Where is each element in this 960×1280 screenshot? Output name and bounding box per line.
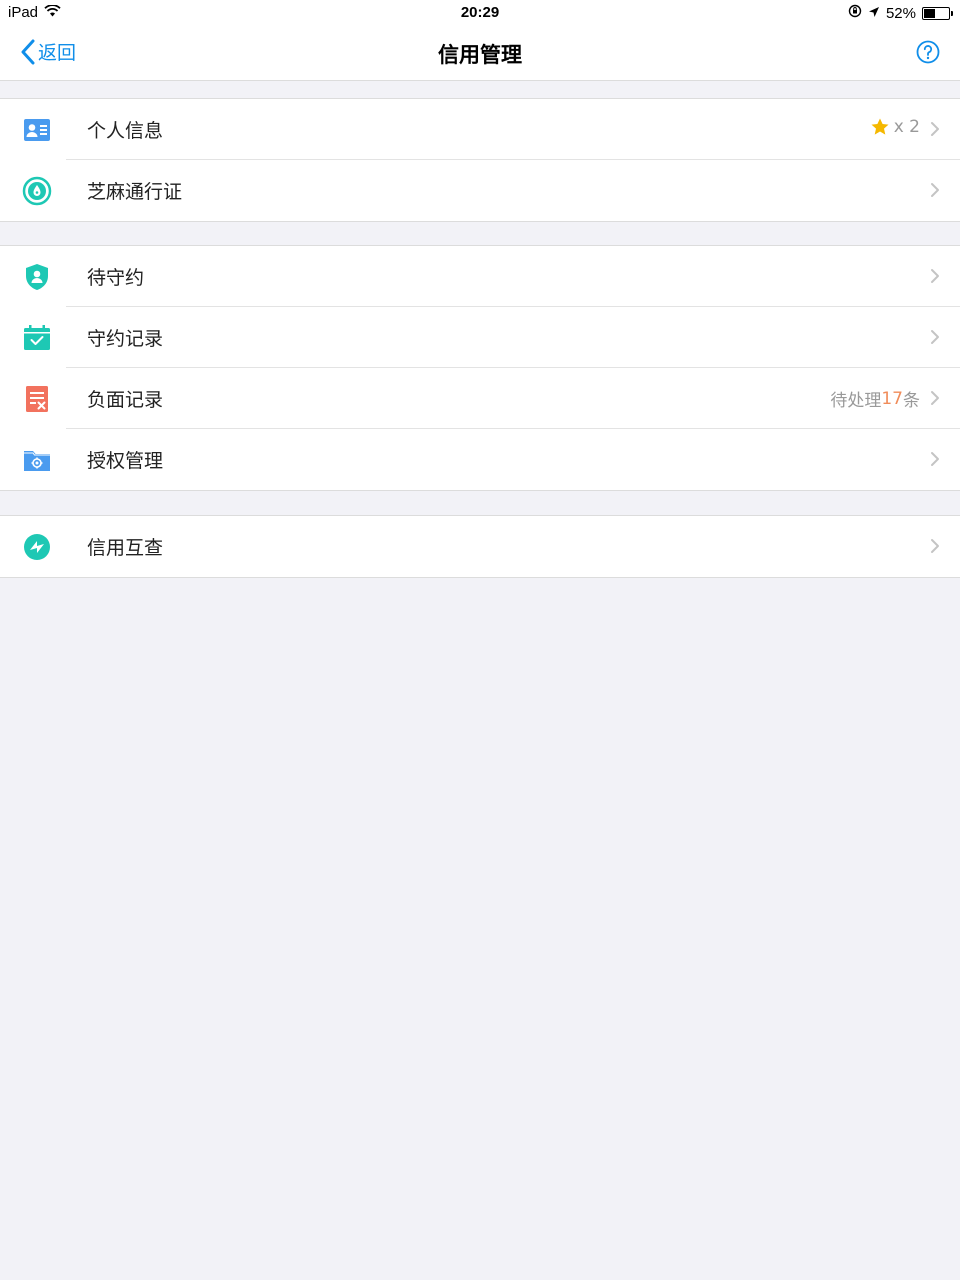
chevron-right-icon <box>930 390 940 410</box>
row-credit-check[interactable]: 信用互查 <box>0 516 960 577</box>
status-bar: iPad 20:29 52% <box>0 0 960 26</box>
row-sesame-pass[interactable]: 芝麻通行证 <box>0 159 960 221</box>
pending-count-badge: 待处理 17 条 <box>830 386 920 412</box>
chevron-right-icon <box>930 538 940 558</box>
chevron-right-icon <box>930 329 940 349</box>
pending-suffix: 条 <box>903 391 920 411</box>
rotation-lock-icon <box>848 4 862 22</box>
pending-count: 17 <box>881 388 903 409</box>
id-card-icon <box>22 115 52 145</box>
stars-badge: x 2 <box>870 117 920 137</box>
sesame-pass-icon <box>22 176 52 206</box>
calendar-check-icon <box>22 323 52 353</box>
row-agreement-records[interactable]: 守约记录 <box>0 306 960 368</box>
page-title: 信用管理 <box>438 43 522 67</box>
negative-record-icon <box>22 384 52 414</box>
credit-check-icon <box>22 532 52 562</box>
shield-user-icon <box>22 262 52 292</box>
folder-gear-icon <box>22 445 52 475</box>
row-label: 守约记录 <box>87 328 164 350</box>
help-icon[interactable] <box>916 40 940 68</box>
navigation-bar: 返回 信用管理 <box>0 26 960 81</box>
row-personal-info[interactable]: 个人信息 x 2 <box>0 99 960 160</box>
chevron-right-icon <box>930 182 940 202</box>
chevron-right-icon <box>930 268 940 288</box>
status-time: 20:29 <box>460 4 500 21</box>
row-label: 信用互查 <box>87 537 164 559</box>
group-credit-check: 信用互查 <box>0 515 960 578</box>
chevron-right-icon <box>930 121 940 141</box>
stars-count: x 2 <box>893 117 920 137</box>
chevron-right-icon <box>930 451 940 471</box>
row-label: 芝麻通行证 <box>87 181 183 203</box>
row-label: 待守约 <box>87 267 145 289</box>
group-personal: 个人信息 x 2 芝麻通行证 <box>0 98 960 222</box>
row-authorization-management[interactable]: 授权管理 <box>0 428 960 490</box>
row-label: 负面记录 <box>87 389 164 411</box>
row-pending-agreements[interactable]: 待守约 <box>0 246 960 307</box>
row-negative-records[interactable]: 负面记录 待处理 17 条 <box>0 367 960 429</box>
row-label: 授权管理 <box>87 450 164 472</box>
battery-icon <box>922 6 953 20</box>
star-icon <box>871 118 889 135</box>
battery-percent: 52% <box>885 4 916 22</box>
group-records: 待守约 守约记录 负面记录 待处理 17 条 授权管理 <box>0 245 960 491</box>
pending-prefix: 待处理 <box>830 391 882 411</box>
location-icon <box>868 5 880 22</box>
row-label: 个人信息 <box>87 120 164 142</box>
status-right: 52% <box>848 4 953 22</box>
